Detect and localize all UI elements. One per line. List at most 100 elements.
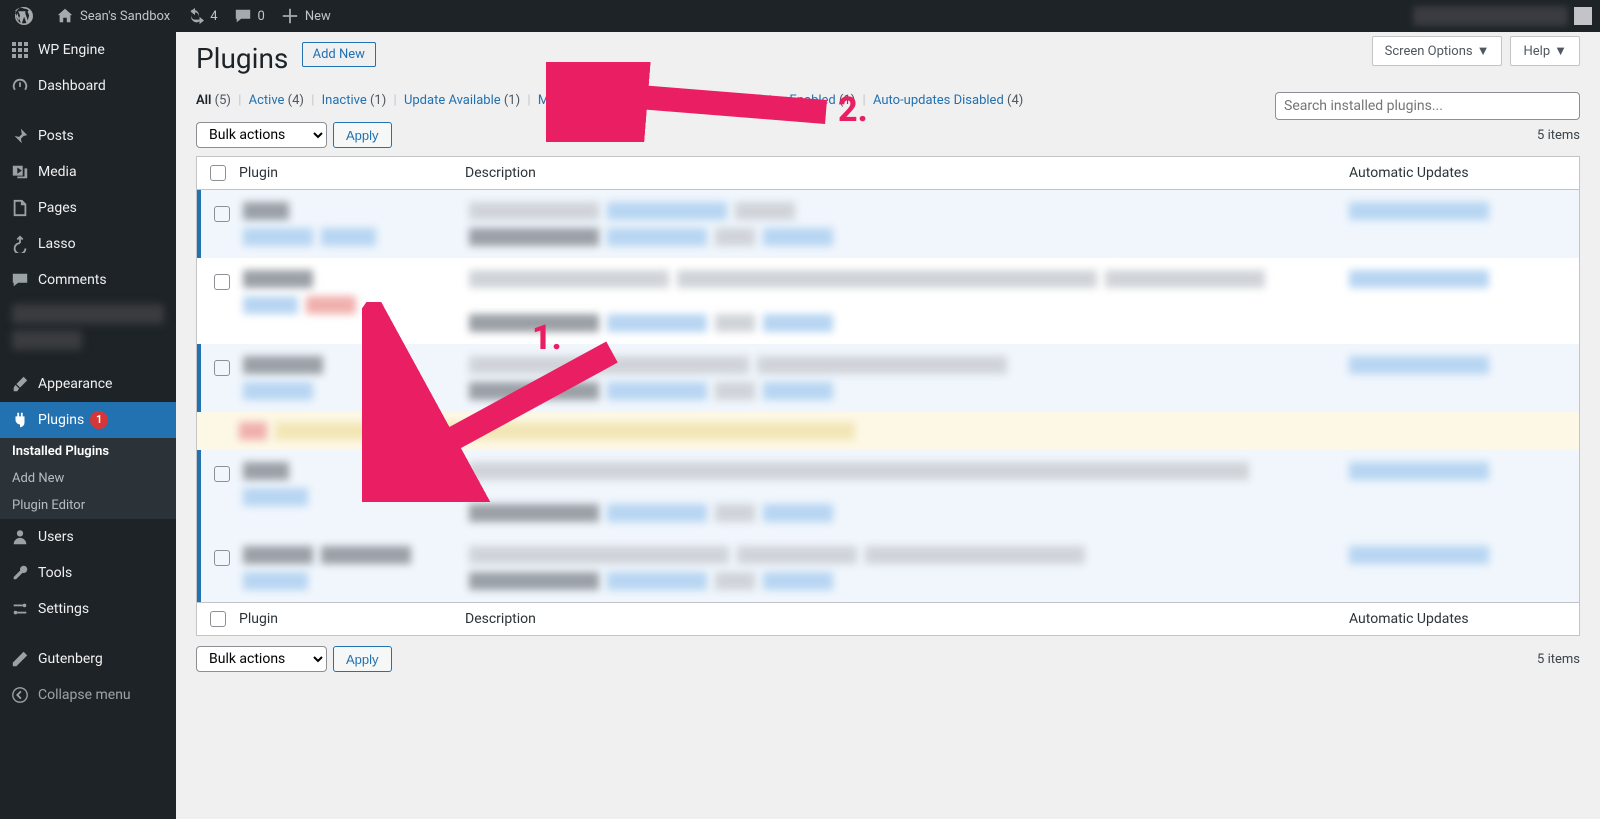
sidebar-item-blurred <box>12 330 82 350</box>
filter-auto-off[interactable]: Auto-updates Disabled <box>873 93 1004 108</box>
bulk-actions-select[interactable]: Bulk actions <box>196 122 327 148</box>
plugin-icon <box>10 410 30 430</box>
items-count: 5 items <box>1537 128 1580 143</box>
sidebar-item-wpengine[interactable]: WP Engine <box>0 32 176 68</box>
user-block-blurred <box>1413 6 1568 26</box>
sidebar-item-users[interactable]: Users <box>0 519 176 555</box>
filter-active[interactable]: Active <box>249 93 285 108</box>
site-name-label: Sean's Sandbox <box>80 9 170 24</box>
screen-options-button[interactable]: Screen Options ▼ <box>1372 36 1503 66</box>
sidebar-item-label: Comments <box>38 272 107 288</box>
new-label: New <box>305 9 331 24</box>
col-description[interactable]: Description <box>465 165 1349 181</box>
sidebar-item-label: Dashboard <box>38 78 106 94</box>
col-plugin[interactable]: Plugin <box>239 165 465 181</box>
updates-item[interactable]: 4 <box>178 0 225 32</box>
dashboard-icon <box>10 76 30 96</box>
main-content: Screen Options ▼ Help ▼ Plugins Add New … <box>176 32 1600 819</box>
search-wrap <box>1275 92 1580 120</box>
updates-count: 4 <box>210 9 217 24</box>
sidebar-item-label: Lasso <box>38 236 76 252</box>
sidebar-item-comments[interactable]: Comments <box>0 262 176 298</box>
sidebar-item-gutenberg[interactable]: Gutenberg <box>0 641 176 677</box>
sidebar-item-label: Tools <box>38 565 72 581</box>
row-checkbox[interactable] <box>214 466 230 482</box>
search-input[interactable] <box>1275 92 1580 120</box>
bulk-actions-bottom: Bulk actions Apply 5 items <box>196 646 1580 672</box>
wp-logo[interactable] <box>6 0 48 32</box>
filter-auto-on[interactable]: Auto-updates Enabled <box>709 93 836 108</box>
sidebar-sub-installed-plugins[interactable]: Installed Plugins <box>0 438 176 465</box>
comment-icon <box>10 270 30 290</box>
plugins-table: Plugin Description Automatic Updates <box>196 156 1580 636</box>
select-all-checkbox[interactable] <box>210 165 226 181</box>
select-all-checkbox-bottom[interactable] <box>210 611 226 627</box>
pencil-icon <box>10 649 30 669</box>
pin-icon <box>10 126 30 146</box>
table-row <box>197 450 1579 534</box>
sidebar-item-label: Plugins <box>38 412 84 428</box>
table-row <box>197 534 1579 602</box>
filter-mustuse[interactable]: Must-Use <box>538 93 593 108</box>
bulk-actions-select-bottom[interactable]: Bulk actions <box>196 646 327 672</box>
update-notice-row <box>197 412 1579 450</box>
col-auto-updates[interactable]: Automatic Updates <box>1349 165 1579 181</box>
chevron-down-icon: ▼ <box>1554 43 1567 59</box>
sidebar-sub-add-new[interactable]: Add New <box>0 465 176 492</box>
sidebar-item-plugins[interactable]: Plugins 1 <box>0 402 176 438</box>
avatar[interactable] <box>1574 7 1592 25</box>
apply-button[interactable]: Apply <box>333 122 392 148</box>
new-item[interactable]: New <box>273 0 339 32</box>
sidebar-sub-plugin-editor[interactable]: Plugin Editor <box>0 492 176 519</box>
refresh-icon <box>186 7 204 25</box>
col-plugin[interactable]: Plugin <box>239 611 465 627</box>
col-description[interactable]: Description <box>465 611 1349 627</box>
row-checkbox[interactable] <box>214 360 230 376</box>
sidebar-item-lasso[interactable]: Lasso <box>0 226 176 262</box>
top-corner-buttons: Screen Options ▼ Help ▼ <box>1372 36 1580 66</box>
filter-update[interactable]: Update Available <box>404 93 501 108</box>
filter-dropin[interactable]: Drop-in <box>630 93 671 108</box>
plus-icon <box>281 7 299 25</box>
sidebar-item-pages[interactable]: Pages <box>0 190 176 226</box>
sidebar-item-label: WP Engine <box>38 42 105 58</box>
sidebar-item-appearance[interactable]: Appearance <box>0 366 176 402</box>
col-auto-updates[interactable]: Automatic Updates <box>1349 611 1579 627</box>
sidebar-item-settings[interactable]: Settings <box>0 591 176 627</box>
add-new-button[interactable]: Add New <box>302 42 376 67</box>
sidebar-item-media[interactable]: Media <box>0 154 176 190</box>
help-button[interactable]: Help ▼ <box>1510 36 1580 66</box>
help-label: Help <box>1523 44 1550 59</box>
chevron-down-icon: ▼ <box>1477 43 1490 59</box>
sidebar-item-label: Media <box>38 164 77 180</box>
sidebar-item-posts[interactable]: Posts <box>0 118 176 154</box>
plugins-badge: 1 <box>90 411 108 429</box>
row-checkbox[interactable] <box>214 550 230 566</box>
sidebar-item-dashboard[interactable]: Dashboard <box>0 68 176 104</box>
filter-all[interactable]: All <box>196 93 211 108</box>
table-body <box>197 190 1579 602</box>
comments-item[interactable]: 0 <box>226 0 273 32</box>
sidebar-item-label: Users <box>38 529 74 545</box>
sidebar-item-tools[interactable]: Tools <box>0 555 176 591</box>
lasso-icon <box>10 234 30 254</box>
row-checkbox[interactable] <box>214 274 230 290</box>
sidebar-item-label: Collapse menu <box>38 687 131 703</box>
site-name[interactable]: Sean's Sandbox <box>48 0 178 32</box>
filter-inactive[interactable]: Inactive <box>322 93 367 108</box>
sidebar-item-label: Posts <box>38 128 74 144</box>
comment-icon <box>234 7 252 25</box>
table-row <box>197 258 1579 344</box>
sidebar-item-label: Appearance <box>38 376 112 392</box>
row-checkbox[interactable] <box>214 206 230 222</box>
bulk-actions-top: Bulk actions Apply 5 items <box>196 122 1580 148</box>
apply-button-bottom[interactable]: Apply <box>333 646 392 672</box>
table-row <box>197 190 1579 258</box>
admin-bar: Sean's Sandbox 4 0 New <box>0 0 1600 32</box>
admin-sidebar: WP Engine Dashboard Posts Media Pages La… <box>0 32 176 819</box>
home-icon <box>56 7 74 25</box>
sidebar-item-collapse[interactable]: Collapse menu <box>0 677 176 713</box>
table-row <box>197 344 1579 412</box>
wrench-icon <box>10 563 30 583</box>
page-title: Plugins <box>196 42 288 75</box>
